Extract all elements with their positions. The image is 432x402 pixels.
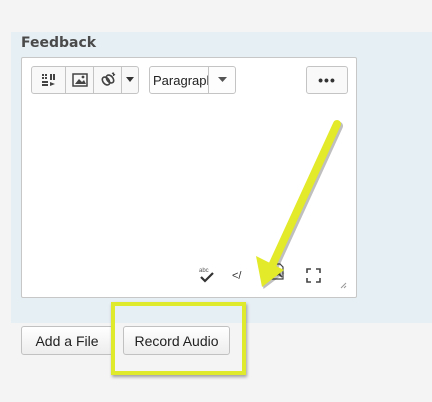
annotation-arrow [256,120,343,289]
arrow-shape [256,120,343,289]
